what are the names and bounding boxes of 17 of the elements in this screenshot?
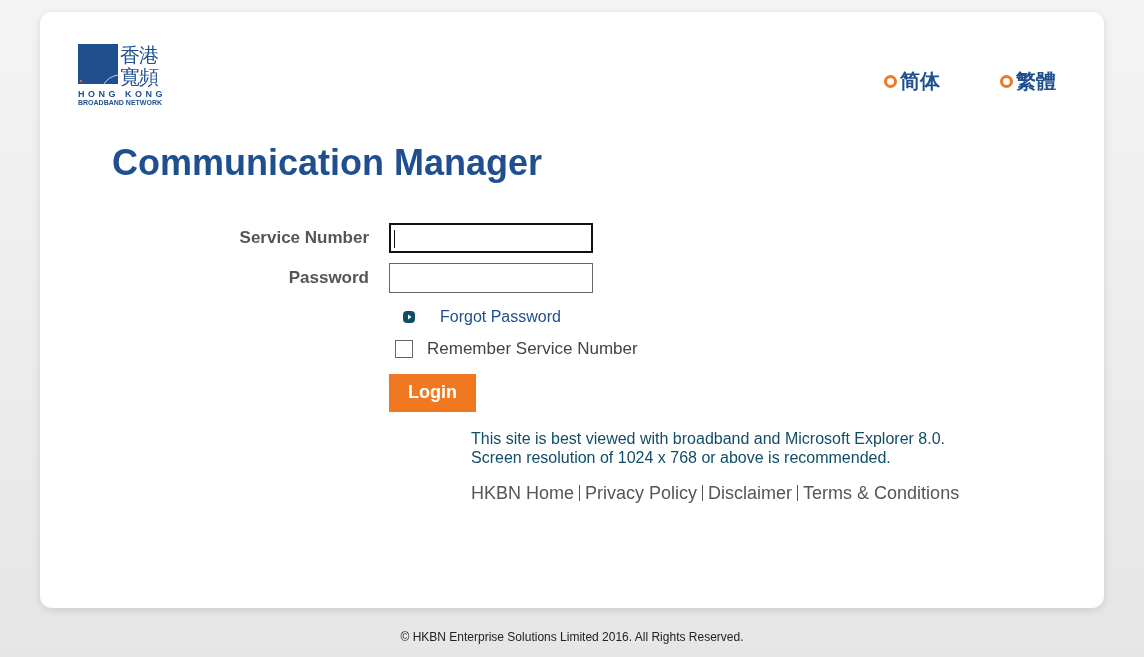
forgot-password-link[interactable]: Forgot Password — [440, 305, 561, 329]
field-label: Password — [287, 267, 369, 290]
logo-characters: 香港 — [120, 44, 158, 66]
language-link[interactable]: 繁體 — [1000, 66, 1056, 96]
footer-link[interactable]: HKBN Home — [471, 479, 575, 507]
browser-note: Screen resolution of 1024 x 768 or above is recommended. — [471, 447, 892, 467]
footer-link[interactable]: Terms & Conditions — [803, 479, 960, 507]
copyright-text: © HKBN Enterprise Solutions Limited 2016. All Rights Reserved. — [400, 629, 744, 646]
footer-link[interactable]: Disclaimer — [708, 479, 793, 507]
browser-note: This site is best viewed with broadband and Microsoft Explorer 8.0. — [471, 428, 946, 448]
checkbox-label: Remember Service Number — [427, 338, 638, 360]
page-title: Communication Manager — [112, 143, 543, 183]
logo-characters: 寬頻 — [120, 66, 158, 88]
logo-wordmark: HONG KONG — [78, 89, 166, 99]
language-link[interactable]: 简体 — [884, 66, 940, 96]
field-label: Service Number — [238, 227, 369, 250]
footer-link[interactable]: Privacy Policy — [585, 479, 698, 507]
